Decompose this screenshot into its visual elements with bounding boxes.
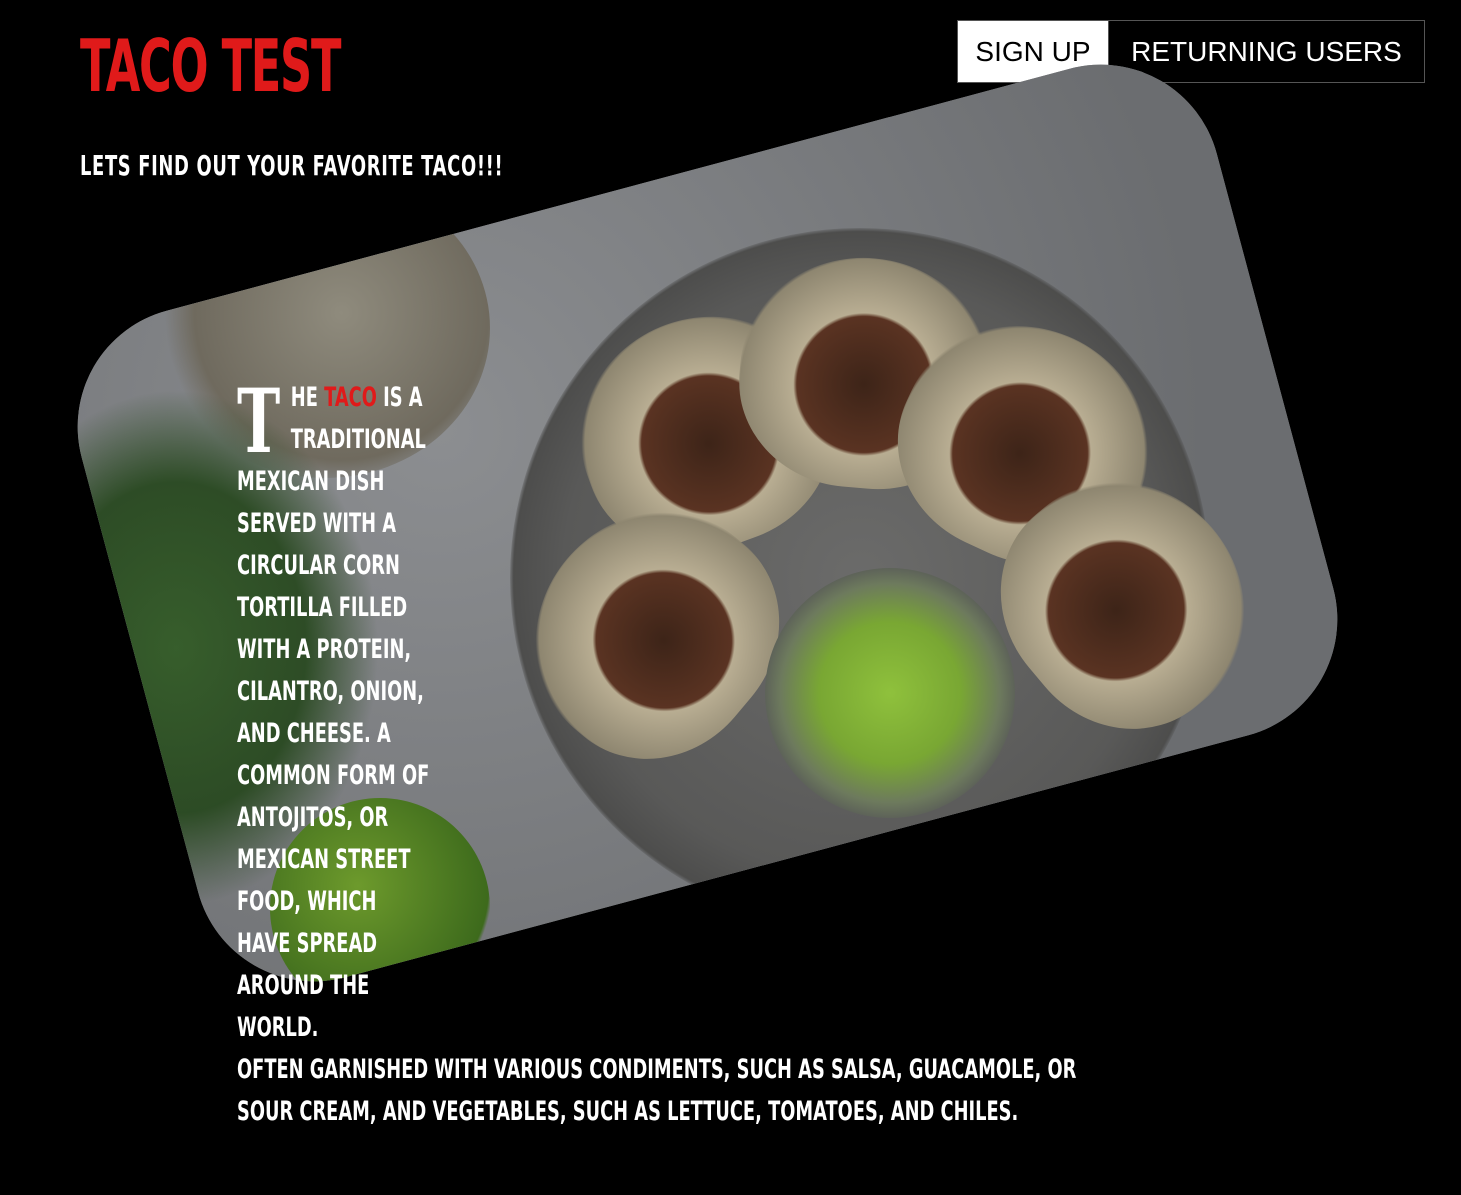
description-lead-before: HE [290, 382, 325, 413]
brand-title: TACO TEST [80, 24, 341, 108]
description-tail: OFTEN GARNISHED WITH VARIOUS CONDIMENTS,… [237, 1054, 1077, 1127]
drop-cap: T [237, 369, 281, 473]
taco-description: T HE TACO IS A TRADITIONAL MEXICAN DISH … [237, 377, 1076, 1133]
highlight-word: TACO [324, 382, 377, 413]
description-lead-after: IS A TRADITIONAL MEXICAN DISH SERVED WIT… [237, 382, 430, 1043]
tagline: LETS FIND OUT YOUR FAVORITE TACO!!! [80, 149, 504, 182]
description-column: T HE TACO IS A TRADITIONAL MEXICAN DISH … [237, 377, 435, 1049]
